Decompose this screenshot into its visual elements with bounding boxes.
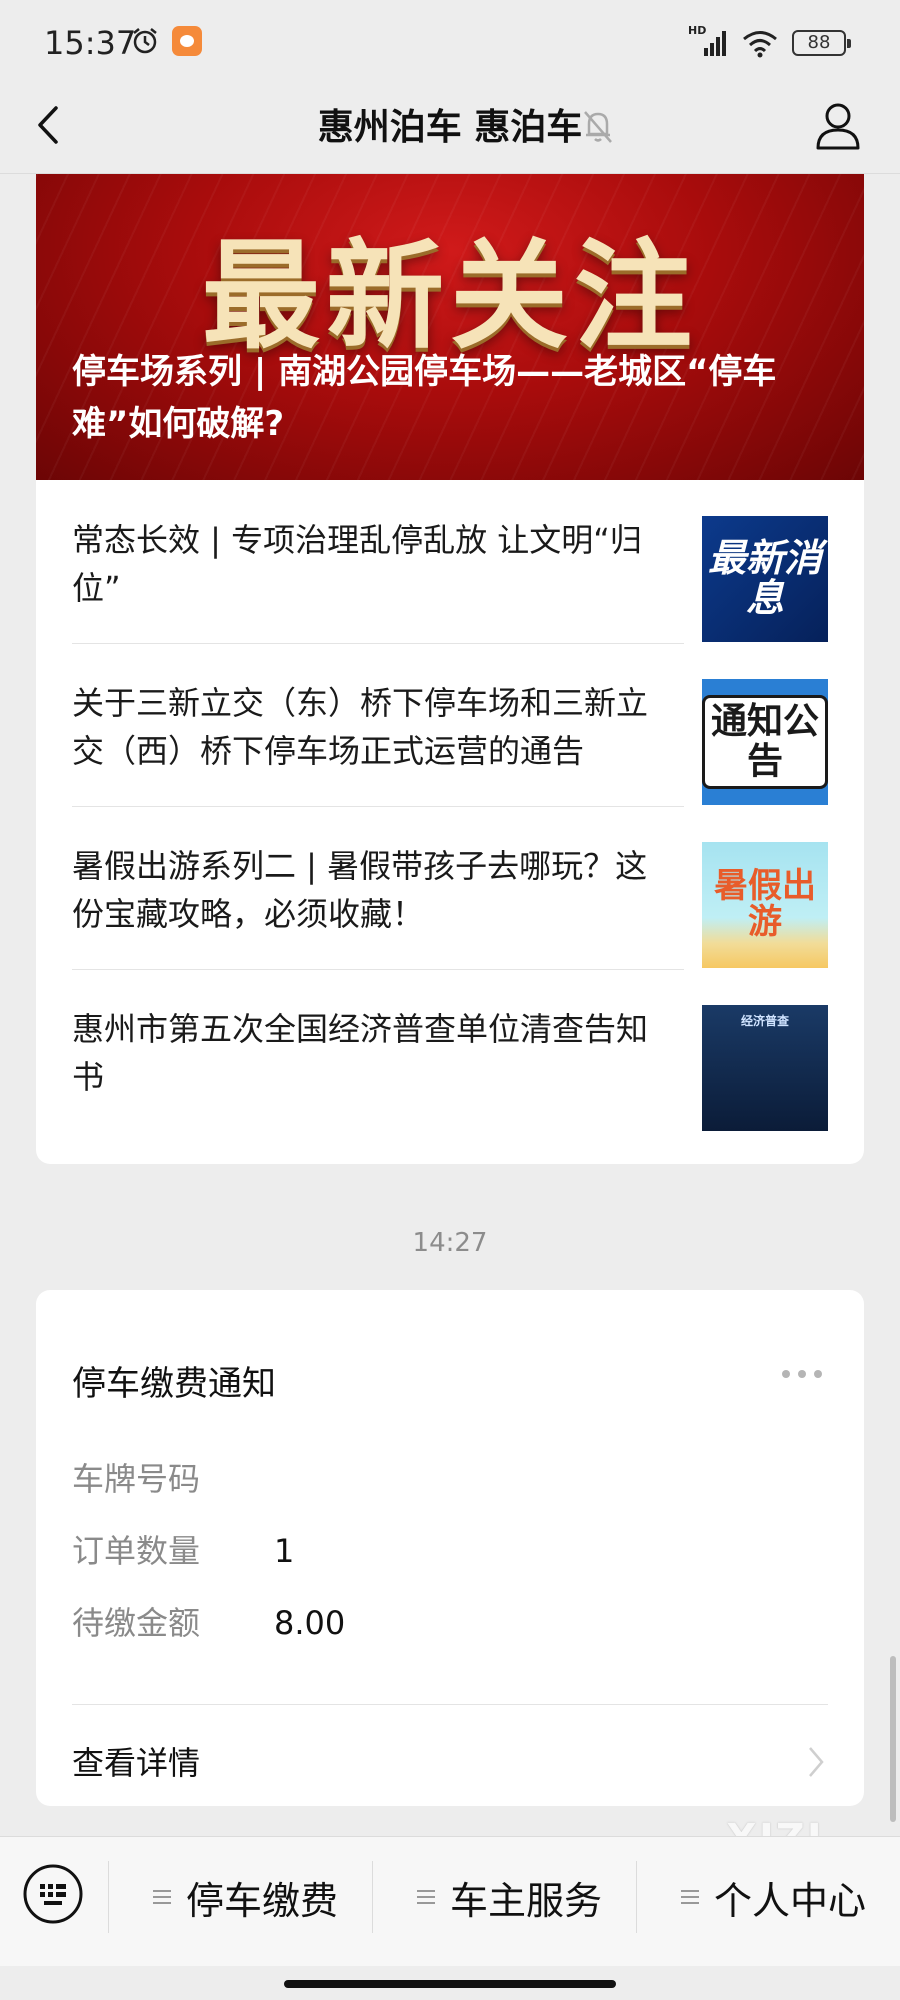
wifi-icon xyxy=(743,31,777,58)
menu-owner-services[interactable]: 车主服务 xyxy=(416,1857,602,1937)
featured-article-banner[interactable]: 最新关注 停车场系列 | 南湖公园停车场——老城区“停车难”如何破解? xyxy=(36,174,864,480)
order-count-row: 订单数量 1 xyxy=(72,1526,294,1572)
field-value: 1 xyxy=(274,1532,295,1570)
menu-parking-payment[interactable]: 停车缴费 xyxy=(152,1857,338,1937)
menu-separator xyxy=(636,1861,637,1933)
menu-separator xyxy=(372,1861,373,1933)
news-thumbnail: 暑假出游 xyxy=(702,842,828,968)
news-item[interactable]: 惠州市第五次全国经济普查单位清查告知书 经济普查 xyxy=(72,969,828,1132)
news-list: 常态长效 | 专项治理乱停乱放 让文明“归位” 最新消息 关于三新立交（东）桥下… xyxy=(36,480,864,1132)
menu-item-label: 车主服务 xyxy=(450,1878,603,1923)
field-label: 订单数量 xyxy=(72,1532,201,1570)
field-label: 车牌号码 xyxy=(72,1460,201,1498)
menu-list-icon xyxy=(681,1890,699,1904)
signal-icon xyxy=(704,31,726,56)
news-item-title: 常态长效 | 专项治理乱停乱放 让文明“归位” xyxy=(72,521,642,607)
battery-icon: 88 xyxy=(792,30,851,56)
news-card: 最新关注 停车场系列 | 南湖公园停车场——老城区“停车难”如何破解? 常态长效… xyxy=(36,174,864,1164)
more-options-icon[interactable] xyxy=(780,1368,824,1380)
menu-separator xyxy=(108,1861,109,1933)
card-title: 停车缴费通知 xyxy=(72,1364,276,1404)
news-item[interactable]: 暑假出游系列二 | 暑假带孩子去哪玩？这份宝藏攻略，必须收藏！ 暑假出游 xyxy=(72,806,828,969)
mute-bell-icon xyxy=(584,111,612,143)
payment-notification-card[interactable]: 停车缴费通知 车牌号码 订单数量 1 待缴金额 8.00 查看详情 xyxy=(36,1290,864,1806)
news-item-title: 暑假出游系列二 | 暑假带孩子去哪玩？这份宝藏攻略，必须收藏！ xyxy=(72,847,648,933)
plate-number-row: 车牌号码 xyxy=(72,1454,274,1500)
app-notification-icon xyxy=(172,26,202,56)
news-item[interactable]: 常态长效 | 专项治理乱停乱放 让文明“归位” 最新消息 xyxy=(72,480,828,643)
view-details-link[interactable]: 查看详情 xyxy=(72,1738,200,1784)
news-item[interactable]: 关于三新立交（东）桥下停车场和三新立交（西）桥下停车场正式运营的通告 通知公告 xyxy=(72,643,828,806)
scrollbar[interactable] xyxy=(890,1656,896,1822)
menu-personal-center[interactable]: 个人中心 xyxy=(680,1857,866,1937)
message-timestamp: 14:27 xyxy=(412,1228,488,1258)
profile-icon[interactable] xyxy=(812,98,864,154)
home-indicator[interactable] xyxy=(284,1980,616,1988)
bottom-menu: 停车缴费 车主服务 个人中心 xyxy=(0,1836,900,1966)
menu-item-label: 个人中心 xyxy=(714,1878,867,1923)
menu-list-icon xyxy=(153,1890,171,1904)
news-item-title: 关于三新立交（东）桥下停车场和三新立交（西）桥下停车场正式运营的通告 xyxy=(72,684,649,770)
status-bar: 15:37 HD 88 xyxy=(0,0,900,80)
menu-list-icon xyxy=(417,1890,435,1904)
news-thumbnail: 通知公告 xyxy=(702,679,828,805)
news-thumbnail-label: 通知公告 xyxy=(702,695,828,789)
nav-bar: 惠州泊车 惠泊车 xyxy=(0,80,900,174)
field-value: 8.00 xyxy=(274,1604,346,1642)
amount-due-row: 待缴金额 8.00 xyxy=(72,1598,345,1644)
field-label: 待缴金额 xyxy=(72,1604,201,1642)
status-time: 15:37 xyxy=(44,24,137,62)
chevron-right-icon xyxy=(809,1747,824,1777)
news-thumbnail: 最新消息 xyxy=(702,516,828,642)
keyboard-icon[interactable] xyxy=(22,1863,84,1925)
news-thumbnail: 经济普查 xyxy=(702,1005,828,1131)
divider xyxy=(72,1704,828,1705)
alarm-icon xyxy=(133,28,157,54)
banner-caption: 停车场系列 | 南湖公园停车场——老城区“停车难”如何破解? xyxy=(72,352,777,444)
news-item-title: 惠州市第五次全国经济普查单位清查告知书 xyxy=(72,1010,649,1096)
menu-item-label: 停车缴费 xyxy=(186,1878,339,1923)
page-title: 惠州泊车 惠泊车 xyxy=(317,107,583,148)
